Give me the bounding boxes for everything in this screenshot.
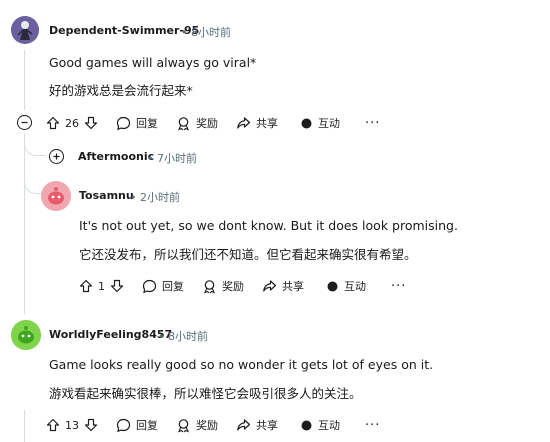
comment-text-zh: 好的游戏总是会流行起来*	[49, 83, 193, 98]
award-button[interactable]: 奖励	[202, 278, 244, 294]
separator-dot: •	[147, 152, 154, 165]
interact-dot-icon	[301, 420, 312, 430]
share-button[interactable]: 共享	[236, 417, 278, 433]
share-label: 共享	[282, 280, 304, 293]
comment-author[interactable]: WorldlyFeeling8457	[49, 328, 172, 341]
interact-button[interactable]: 互动	[326, 278, 366, 294]
downvote-icon	[84, 418, 98, 432]
award-label: 奖励	[196, 117, 218, 130]
upvote-button[interactable]	[46, 116, 60, 130]
comment-author[interactable]: Aftermoonic	[78, 150, 154, 163]
comment-meta: • 2小时前	[130, 189, 180, 205]
comment-text-zh: 游戏看起来确实很棒，所以难怪它会吸引很多人的关注。	[49, 386, 362, 401]
award-icon	[177, 418, 190, 432]
award-label: 奖励	[196, 419, 218, 432]
interact-label: 互动	[318, 117, 340, 130]
more-options-button[interactable]: ···	[391, 279, 406, 294]
share-icon	[237, 418, 251, 431]
upvote-button[interactable]	[79, 279, 93, 293]
separator-dot: •	[130, 191, 137, 204]
thread-elbow-aftermoonic	[24, 134, 46, 156]
interact-label: 互动	[344, 280, 366, 293]
downvote-icon	[110, 279, 124, 293]
user-avatar-icon	[11, 16, 39, 44]
interact-dot-icon	[301, 118, 312, 128]
avatar[interactable]	[41, 181, 71, 211]
vote-count: 26	[65, 116, 79, 130]
share-button[interactable]: 共享	[262, 278, 304, 294]
share-label: 共享	[256, 419, 278, 432]
share-icon	[237, 116, 251, 129]
award-icon	[177, 116, 190, 130]
reply-button[interactable]: 回复	[142, 278, 184, 294]
award-label: 奖励	[222, 280, 244, 293]
upvote-icon	[46, 116, 60, 130]
award-icon	[203, 279, 216, 293]
upvote-icon	[79, 279, 93, 293]
comment-text-zh: 它还没发布，所以我们还不知道。但它看起来确实很有希望。	[79, 247, 417, 262]
separator-dot: •	[158, 330, 165, 343]
more-options-button[interactable]: ···	[365, 116, 380, 131]
more-options-button[interactable]: ···	[365, 418, 380, 433]
comment-timestamp[interactable]: 8小时前	[191, 26, 231, 39]
share-icon	[263, 279, 277, 292]
upvote-icon	[46, 418, 60, 432]
comment-text-en: It's not out yet, so we dont know. But i…	[79, 218, 458, 233]
expand-thread-button[interactable]	[49, 149, 64, 164]
downvote-button[interactable]	[110, 279, 124, 293]
share-label: 共享	[256, 117, 278, 130]
collapse-thread-button[interactable]	[17, 115, 32, 130]
share-button[interactable]: 共享	[236, 115, 278, 131]
snoo-avatar-icon	[11, 320, 41, 350]
comment-icon	[142, 279, 157, 293]
interact-dot-icon	[327, 281, 338, 291]
downvote-icon	[84, 116, 98, 130]
downvote-button[interactable]	[84, 418, 98, 432]
snoo-avatar-icon	[41, 181, 71, 211]
vote-count: 13	[65, 418, 79, 432]
comment-icon	[116, 116, 131, 130]
downvote-button[interactable]	[84, 116, 98, 130]
comment-icon	[116, 418, 131, 432]
comment-actions: 1 回复 奖励 共享 互动 ···	[79, 274, 406, 298]
comment-meta: • 7小时前	[147, 150, 197, 166]
comment-text-en: Game looks really good so no wonder it g…	[49, 357, 434, 372]
reply-button[interactable]: 回复	[116, 417, 158, 433]
comment-author[interactable]: Dependent-Swimmer-95	[49, 24, 199, 37]
comment-actions: 26 回复 奖励 共享 互动 ···	[46, 111, 380, 135]
vote-count: 1	[98, 279, 105, 293]
interact-button[interactable]: 互动	[300, 417, 340, 433]
upvote-button[interactable]	[46, 418, 60, 432]
plus-icon	[53, 153, 60, 160]
avatar[interactable]	[11, 16, 39, 44]
reply-label: 回复	[162, 280, 184, 293]
thread-line-bottom	[24, 410, 25, 442]
minus-icon	[21, 121, 28, 124]
award-button[interactable]: 奖励	[176, 115, 218, 131]
comment-author[interactable]: Tosamnu	[79, 189, 134, 202]
interact-label: 互动	[318, 419, 340, 432]
reply-label: 回复	[136, 117, 158, 130]
comment-timestamp[interactable]: 7小时前	[157, 152, 197, 165]
reply-label: 回复	[136, 419, 158, 432]
comment-actions: 13 回复 奖励 共享 互动 ···	[46, 413, 380, 437]
comment-text-en: Good games will always go viral*	[49, 55, 257, 70]
comment-timestamp[interactable]: 2小时前	[140, 191, 180, 204]
award-button[interactable]: 奖励	[176, 417, 218, 433]
interact-button[interactable]: 互动	[300, 115, 340, 131]
separator-dot: •	[181, 26, 188, 39]
comment-timestamp[interactable]: 8小时前	[168, 330, 208, 343]
comment-meta: • 8小时前	[158, 328, 208, 344]
thread-line-main	[24, 50, 25, 110]
comment-meta: • 8小时前	[181, 24, 231, 40]
avatar[interactable]	[11, 320, 41, 350]
reply-button[interactable]: 回复	[116, 115, 158, 131]
